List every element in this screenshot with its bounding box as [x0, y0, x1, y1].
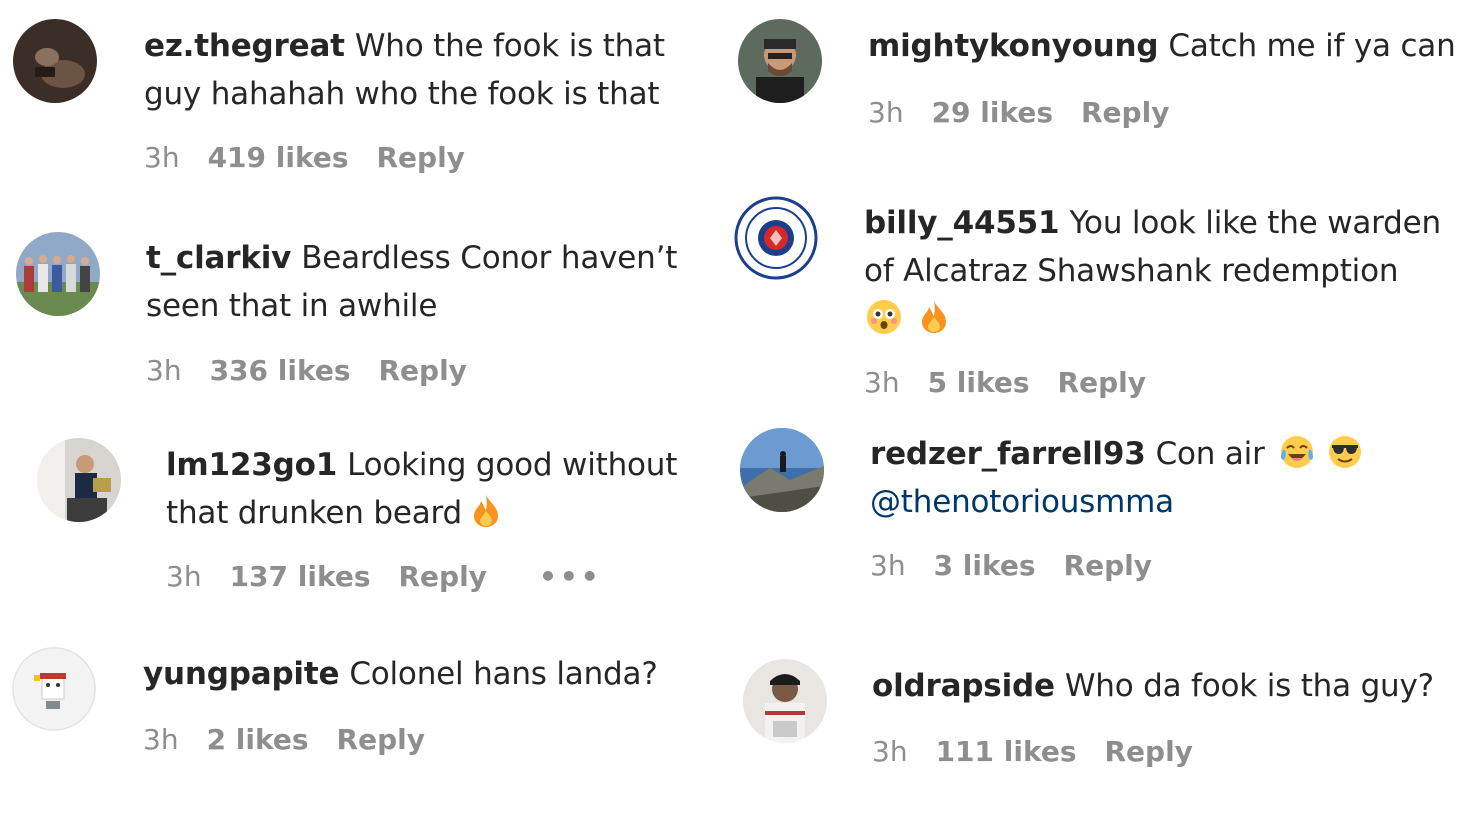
- fire-icon: [468, 493, 504, 529]
- more-options-icon[interactable]: •••: [539, 560, 602, 594]
- reply-button[interactable]: Reply: [378, 354, 466, 388]
- avatar[interactable]: [738, 19, 822, 103]
- reply-button[interactable]: Reply: [1104, 735, 1192, 769]
- avatar[interactable]: [13, 19, 97, 103]
- comment-time[interactable]: 3h: [144, 141, 180, 175]
- comment-time[interactable]: 3h: [166, 560, 202, 594]
- avatar[interactable]: [740, 428, 824, 512]
- comment-likes[interactable]: 5 likes: [928, 366, 1030, 400]
- fire-icon: [916, 299, 952, 335]
- reply-button[interactable]: Reply: [1081, 96, 1169, 130]
- mention-link[interactable]: @thenotoriousmma: [870, 484, 1174, 520]
- comment-username[interactable]: oldrapside: [872, 668, 1055, 704]
- tears-of-joy-icon: [1279, 434, 1315, 470]
- comment-username[interactable]: ez.thegreat: [144, 28, 345, 64]
- reply-button[interactable]: Reply: [337, 723, 425, 757]
- comment-text: Colonel hans landa?: [349, 656, 658, 692]
- comment-text: Who da fook is tha guy?: [1064, 668, 1434, 704]
- reply-button[interactable]: Reply: [1058, 366, 1146, 400]
- comment-likes[interactable]: 3 likes: [934, 549, 1036, 583]
- comment-likes[interactable]: 336 likes: [210, 354, 351, 388]
- comment-likes[interactable]: 419 likes: [208, 141, 349, 175]
- comment-time[interactable]: 3h: [872, 735, 908, 769]
- comment-time[interactable]: 3h: [868, 96, 904, 130]
- reply-button[interactable]: Reply: [376, 141, 464, 175]
- comment-username[interactable]: yungpapite: [143, 656, 340, 692]
- comment-username[interactable]: t_clarkiv: [146, 240, 291, 276]
- reply-button[interactable]: Reply: [398, 560, 486, 594]
- sunglasses-icon: [1327, 434, 1363, 470]
- comment-time[interactable]: 3h: [870, 549, 906, 583]
- comment-likes[interactable]: 111 likes: [936, 735, 1077, 769]
- flushed-face-icon: [866, 299, 902, 335]
- avatar[interactable]: [734, 196, 818, 280]
- avatar[interactable]: [16, 232, 100, 316]
- comment-username[interactable]: lm123go1: [166, 447, 337, 483]
- avatar[interactable]: [743, 659, 827, 743]
- comment-username[interactable]: mightykonyoung: [868, 28, 1159, 64]
- comment-text: Con air: [1155, 436, 1265, 472]
- comment-time[interactable]: 3h: [143, 723, 179, 757]
- comment-likes[interactable]: 2 likes: [207, 723, 309, 757]
- comment-time[interactable]: 3h: [146, 354, 182, 388]
- comment-likes[interactable]: 137 likes: [230, 560, 371, 594]
- avatar[interactable]: [37, 438, 121, 522]
- comment-likes[interactable]: 29 likes: [932, 96, 1053, 130]
- avatar[interactable]: [12, 647, 96, 731]
- comment-username[interactable]: billy_44551: [864, 205, 1060, 241]
- comment-username[interactable]: redzer_farrell93: [870, 436, 1146, 472]
- comment-time[interactable]: 3h: [864, 366, 900, 400]
- comment-text: Catch me if ya can: [1168, 28, 1456, 64]
- reply-button[interactable]: Reply: [1064, 549, 1152, 583]
